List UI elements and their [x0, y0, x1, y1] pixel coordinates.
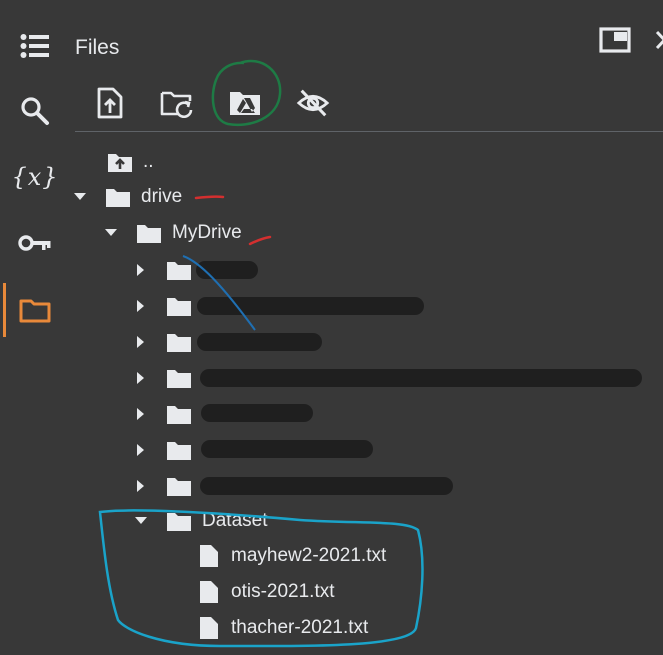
list-icon	[20, 34, 49, 58]
find-replace-button[interactable]	[6, 84, 64, 138]
tree-file[interactable]: thacher-2021.txt	[199, 613, 368, 643]
folder-icon	[167, 334, 191, 352]
tree-parent-dir[interactable]: ..	[107, 147, 154, 177]
colab-files-panel: {x} Files .. drive MyDrive Dataset mayhe…	[0, 0, 663, 655]
tree-label: drive	[141, 186, 183, 207]
folder-refresh-icon	[160, 91, 193, 118]
folder-icon	[167, 406, 191, 424]
tree-node-redacted-7[interactable]	[134, 471, 192, 501]
caret-right-icon[interactable]	[134, 335, 148, 349]
caret-right-icon[interactable]	[134, 263, 148, 277]
upload-file-icon	[97, 87, 123, 119]
redaction-mark	[201, 440, 373, 458]
window-icon[interactable]	[599, 27, 631, 53]
panel-title: Files	[75, 36, 120, 59]
folder-icon	[167, 513, 191, 531]
file-icon	[200, 617, 218, 639]
eye-off-icon	[296, 89, 330, 117]
tree-label: MyDrive	[172, 222, 242, 243]
file-icon	[200, 545, 218, 567]
caret-right-icon[interactable]	[134, 371, 148, 385]
folder-icon	[19, 299, 51, 323]
tree-node-redacted-6[interactable]	[134, 435, 192, 465]
left-rail: {x}	[0, 0, 70, 655]
search-icon	[21, 97, 49, 125]
redaction-mark	[200, 477, 453, 495]
upload-button[interactable]	[93, 86, 127, 120]
key-icon	[18, 235, 51, 251]
folder-icon	[167, 370, 191, 388]
folder-icon	[167, 478, 191, 496]
red-underline-annotation	[248, 235, 272, 246]
caret-right-icon[interactable]	[134, 299, 148, 313]
red-underline-annotation	[194, 195, 225, 200]
files-button[interactable]	[3, 283, 64, 337]
tree-label: ..	[143, 151, 154, 172]
variables-button[interactable]: {x}	[6, 150, 64, 204]
redaction-mark	[201, 404, 313, 422]
caret-down-icon[interactable]	[73, 190, 87, 204]
tree-node-redacted-5[interactable]	[134, 399, 192, 429]
redaction-mark	[196, 261, 258, 279]
caret-right-icon[interactable]	[134, 407, 148, 421]
tree-file[interactable]: mayhew2-2021.txt	[199, 541, 386, 571]
redaction-mark	[197, 333, 322, 351]
tree-label: Dataset	[202, 510, 268, 531]
tree-node-redacted-3[interactable]	[134, 327, 192, 357]
toolbar-divider	[75, 131, 663, 132]
tree-node-redacted-1[interactable]	[134, 255, 192, 285]
folder-icon	[167, 298, 191, 316]
table-of-contents-button[interactable]	[6, 19, 64, 73]
folder-icon	[106, 189, 130, 207]
caret-right-icon[interactable]	[134, 443, 148, 457]
tree-node-redacted-2[interactable]	[134, 291, 192, 321]
tree-label: mayhew2-2021.txt	[231, 545, 387, 566]
folder-icon	[137, 225, 161, 243]
tree-label: otis-2021.txt	[231, 581, 335, 602]
folder-icon	[167, 262, 191, 280]
redaction-mark	[197, 297, 424, 315]
tree-file[interactable]: otis-2021.txt	[199, 577, 335, 607]
tree-node-mydrive[interactable]: MyDrive	[104, 218, 242, 248]
secrets-button[interactable]	[6, 216, 64, 270]
folder-icon	[167, 442, 191, 460]
toggle-hidden-button[interactable]	[296, 86, 330, 120]
file-icon	[200, 581, 218, 603]
redaction-mark	[200, 369, 642, 387]
caret-down-icon[interactable]	[104, 226, 118, 240]
folder-up-icon	[108, 154, 132, 172]
mount-drive-button[interactable]	[228, 86, 262, 120]
caret-right-icon[interactable]	[134, 479, 148, 493]
variables-icon: {x}	[11, 163, 59, 191]
close-icon[interactable]	[654, 29, 663, 51]
tree-node-dataset[interactable]: Dataset	[134, 506, 267, 536]
tree-label: thacher-2021.txt	[231, 617, 369, 638]
tree-node-redacted-4[interactable]	[134, 363, 192, 393]
caret-down-icon[interactable]	[134, 514, 148, 528]
refresh-button[interactable]	[160, 86, 194, 120]
google-drive-folder-icon	[230, 92, 260, 115]
tree-node-drive[interactable]: drive	[73, 182, 182, 212]
